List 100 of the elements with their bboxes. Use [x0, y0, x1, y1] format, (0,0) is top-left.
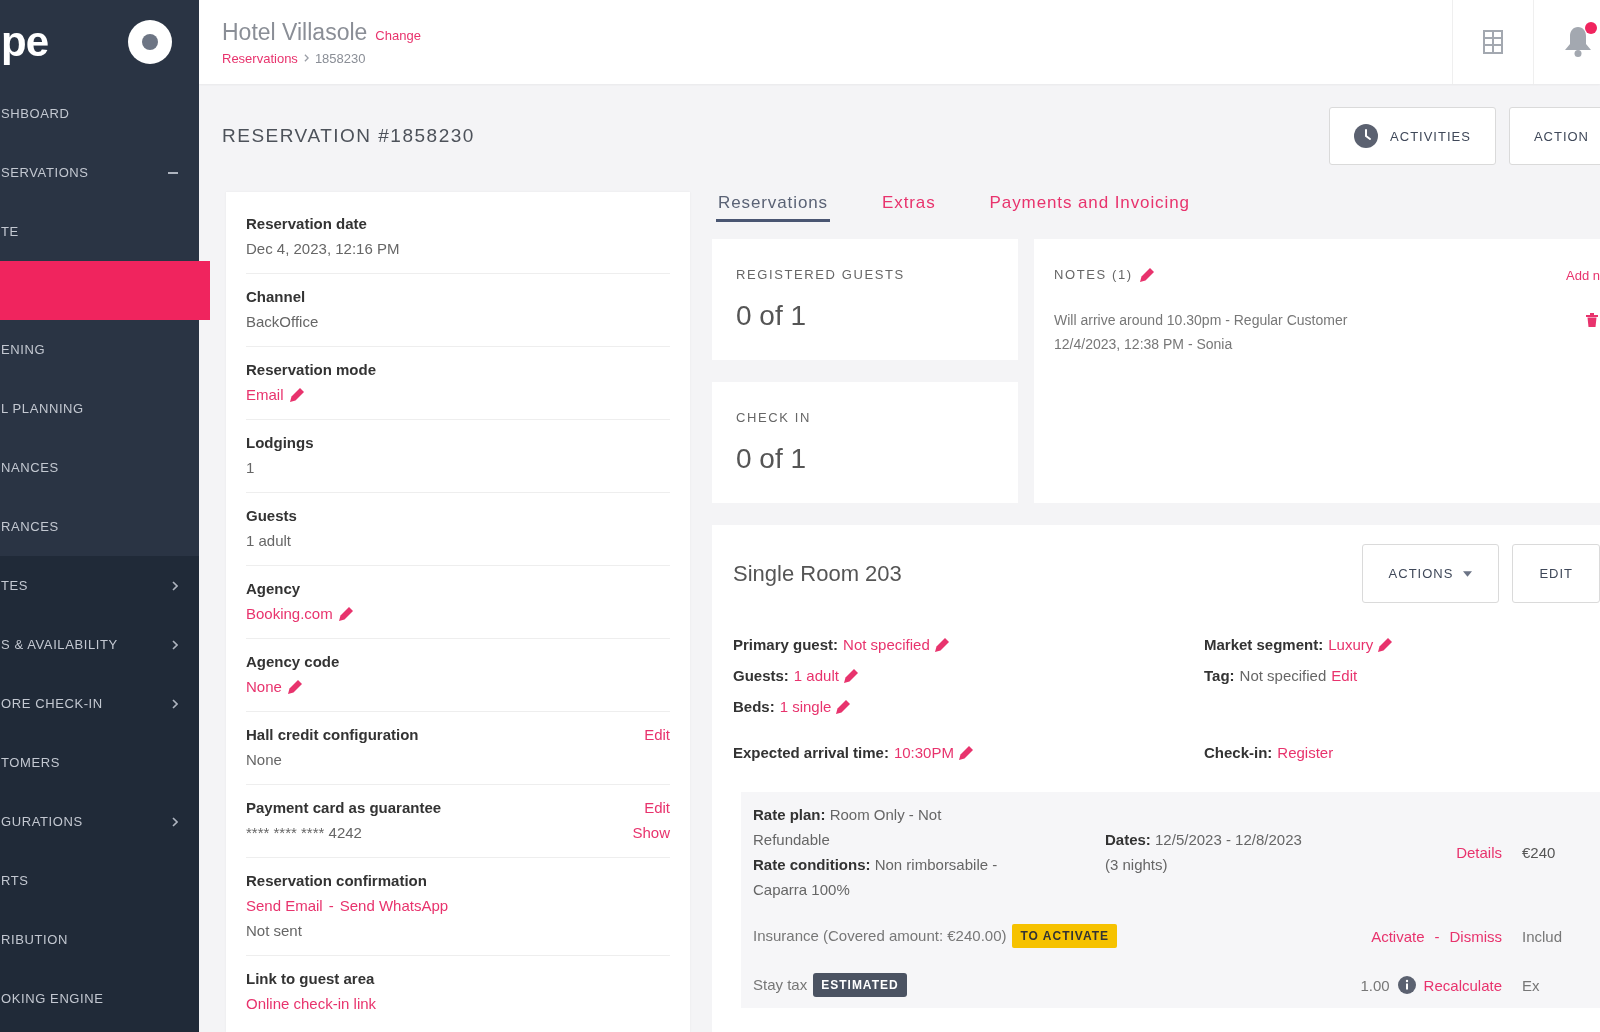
- info-icon: [1397, 976, 1416, 994]
- note-meta: 12/4/2023, 12:38 PM - Sonia: [1054, 335, 1234, 354]
- tax-total: Ex: [1522, 976, 1540, 994]
- nav-item[interactable]: TOMERS: [0, 733, 199, 792]
- pencil-icon[interactable]: [958, 745, 973, 760]
- rate-conditions-text: Rate conditions: Non rimborsabile - Caparra 100%: [753, 855, 998, 900]
- field-value: **** **** **** 4242: [246, 823, 363, 843]
- logo[interactable]: pe: [0, 21, 48, 63]
- pencil-icon[interactable]: [1139, 268, 1154, 282]
- status-badge: ESTIMATED: [813, 973, 907, 997]
- status-badge: TO ACTIVATE: [1012, 924, 1118, 948]
- stay-tax-label: Stay tax: [753, 975, 808, 995]
- pencil-icon[interactable]: [836, 699, 851, 714]
- nav-item[interactable]: L PLANNING: [0, 379, 199, 438]
- page-title: RESERVATION #1858230: [222, 125, 475, 147]
- field-value: None: [246, 750, 283, 770]
- nav-item[interactable]: TES: [0, 556, 199, 615]
- add-note-link[interactable]: Add n: [1566, 267, 1600, 283]
- action-link[interactable]: Activate: [1371, 927, 1425, 945]
- nav-item[interactable]: RTS: [0, 851, 199, 910]
- field-value-link[interactable]: 10:30PM: [893, 737, 954, 768]
- chevron-right-icon[interactable]: [172, 698, 178, 709]
- field-value-link[interactable]: None: [246, 676, 282, 698]
- table-icon[interactable]: [1483, 30, 1503, 54]
- bell-icon[interactable]: [1564, 27, 1592, 57]
- field-label: Hall credit configuration: [246, 725, 419, 745]
- field-value: 1: [246, 458, 256, 478]
- field-label: Beds:: [733, 697, 775, 717]
- edit-button[interactable]: EDIT: [1512, 544, 1600, 603]
- nav-item[interactable]: SHBOARD: [0, 84, 199, 143]
- breadcrumb-link[interactable]: Reservations: [222, 50, 298, 66]
- link-separator: -: [328, 896, 334, 916]
- chevron-right-icon[interactable]: [172, 580, 178, 591]
- field-label: Link to guest area: [246, 969, 376, 989]
- field-value-link[interactable]: Register: [1277, 737, 1334, 768]
- pencil-icon[interactable]: [843, 668, 858, 683]
- recalculate-link[interactable]: Recalculate: [1423, 976, 1502, 994]
- pencil-icon[interactable]: [1378, 637, 1393, 652]
- chevron-right-icon[interactable]: [172, 639, 178, 650]
- chevron-right-icon: [303, 54, 309, 62]
- field-value-link[interactable]: Booking.com: [246, 603, 333, 625]
- field-value-link[interactable]: Luxury: [1328, 629, 1374, 660]
- circle-dot-icon[interactable]: [128, 20, 172, 64]
- change-link[interactable]: Change: [375, 27, 421, 43]
- field-value: Not sent: [246, 921, 303, 941]
- stat-value: 0 of 1: [736, 300, 808, 332]
- pencil-icon[interactable]: [338, 607, 353, 621]
- field-label: Reservation confirmation: [246, 871, 428, 891]
- field-value-link[interactable]: 1 adult: [793, 660, 839, 691]
- field-value: BackOffice: [246, 312, 319, 332]
- nav-item[interactable]: RANCES: [0, 497, 199, 556]
- caret-icon: [1463, 570, 1473, 577]
- field-value-link[interactable]: Email: [246, 384, 284, 406]
- link-separator: -: [1433, 927, 1441, 945]
- tab[interactable]: Payments and Invoicing: [987, 192, 1192, 222]
- field-label: Agency code: [246, 652, 340, 672]
- actions-button[interactable]: ACTIONS: [1361, 544, 1500, 603]
- field-value-link[interactable]: 1 single: [779, 691, 832, 722]
- field-label: Payment card as guarantee: [246, 798, 442, 818]
- nav-item[interactable]: ENING: [0, 320, 199, 379]
- action-link[interactable]: Edit: [644, 724, 670, 746]
- action-link[interactable]: Edit: [644, 797, 670, 819]
- nav-item[interactable]: S & AVAILABILITY: [0, 615, 199, 674]
- trash-icon[interactable]: [1586, 313, 1598, 327]
- action-link[interactable]: Send Email: [246, 895, 323, 917]
- edit-link[interactable]: Edit: [1331, 660, 1358, 691]
- nav-item[interactable]: GURATIONS: [0, 792, 199, 851]
- notes-title: NOTES (1): [1054, 266, 1133, 284]
- tab[interactable]: Extras: [880, 192, 938, 222]
- action-link[interactable]: Send WhatsApp: [339, 895, 449, 917]
- price-text: €240: [1522, 843, 1556, 861]
- tab[interactable]: Reservations: [716, 192, 830, 222]
- action-link[interactable]: Dismiss: [1449, 927, 1502, 945]
- field-value-link[interactable]: Not specified: [843, 629, 930, 660]
- insurance-status: Includ: [1522, 927, 1563, 945]
- hotel-name: Hotel Villasole: [222, 18, 368, 46]
- actions-button[interactable]: ACTION: [1508, 107, 1600, 165]
- stat-title: REGISTERED GUESTS: [736, 266, 906, 284]
- chevron-right-icon[interactable]: [172, 816, 178, 827]
- nav-item[interactable]: OKING ENGINE: [0, 969, 199, 1028]
- activities-button[interactable]: ACTIVITIES: [1329, 107, 1496, 165]
- breadcrumb-current: 1858230: [314, 50, 366, 66]
- action-link[interactable]: Online check-in link: [246, 993, 377, 1015]
- pencil-icon[interactable]: [934, 637, 949, 652]
- pencil-icon[interactable]: [287, 680, 302, 694]
- nav-item[interactable]: RIBUTION: [0, 910, 199, 969]
- action-link[interactable]: Show: [632, 822, 670, 844]
- nav-item[interactable]: SERVATIONS: [0, 143, 199, 202]
- nav-item[interactable]: TE: [0, 202, 199, 261]
- pencil-icon[interactable]: [289, 388, 304, 402]
- note-text: Will arrive around 10.30pm - Regular Customer: [1054, 311, 1348, 330]
- field-label: Check-in:: [1204, 743, 1273, 763]
- field-label: Guests:: [733, 666, 789, 686]
- field-label: Market segment:: [1204, 635, 1324, 655]
- minus-icon[interactable]: [168, 171, 178, 174]
- tax-amount: 1.00: [1360, 976, 1390, 994]
- field-label: Expected arrival time:: [733, 743, 889, 763]
- nav-item[interactable]: NANCES: [0, 438, 199, 497]
- nav-item[interactable]: ORE CHECK-IN: [0, 674, 199, 733]
- details-link[interactable]: Details: [1456, 843, 1502, 861]
